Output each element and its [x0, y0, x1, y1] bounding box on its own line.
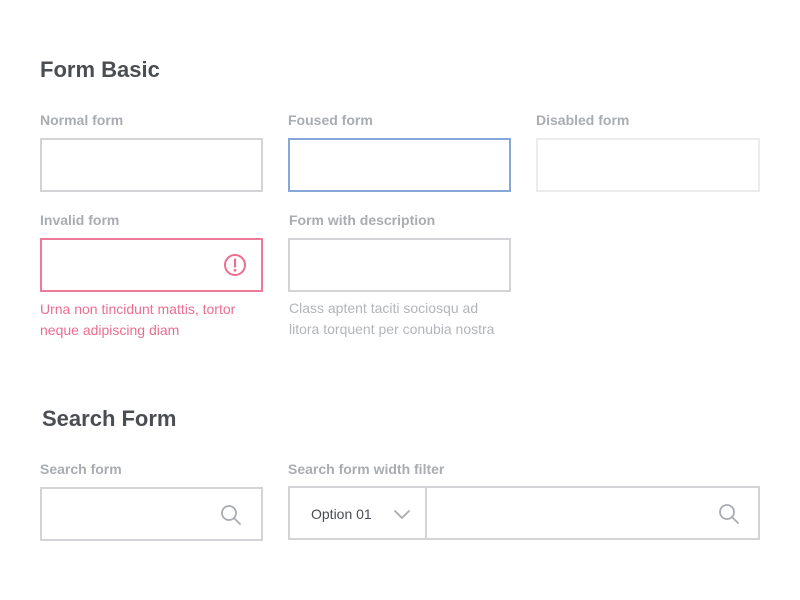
search-icon[interactable]	[219, 503, 243, 527]
search-filter-form-label: Search form width filter	[288, 461, 445, 477]
filter-select[interactable]: Option 01	[290, 488, 427, 538]
invalid-form-error: Urna non tincidunt mattis, tortor neque …	[40, 299, 270, 341]
search-filter-group: Option 01	[288, 486, 760, 540]
form-basic-title: Form Basic	[40, 57, 160, 82]
search-form-label: Search form	[40, 461, 122, 477]
form-showcase-page: Form Basic Normal form Foused form Disab…	[0, 0, 800, 600]
invalid-form-error-line: neque adipiscing diam	[40, 322, 180, 338]
search-form-title: Search Form	[42, 406, 177, 431]
description-form-helper-line: litora torquent per conubia nostra	[289, 321, 495, 337]
normal-form-input[interactable]	[40, 138, 263, 192]
description-form-input[interactable]	[288, 238, 511, 292]
chevron-down-icon	[394, 510, 410, 519]
exclamation-circle-icon	[224, 254, 246, 276]
disabled-form-input	[536, 138, 760, 192]
invalid-form-error-line: Urna non tincidunt mattis, tortor	[40, 301, 236, 317]
focused-form-input[interactable]	[288, 138, 511, 192]
focused-form-label: Foused form	[288, 112, 373, 128]
normal-form-label: Normal form	[40, 112, 124, 128]
disabled-form-label: Disabled form	[536, 112, 630, 128]
description-form-helper-line: Class aptent taciti sociosqu ad	[289, 300, 479, 316]
search-icon[interactable]	[717, 502, 741, 526]
filter-select-value: Option 01	[311, 506, 372, 522]
description-form-label: Form with description	[289, 212, 436, 228]
description-form-helper: Class aptent taciti sociosqu ad litora t…	[289, 298, 519, 340]
search-filter-input[interactable]	[427, 488, 758, 538]
invalid-form-label: Invalid form	[40, 212, 120, 228]
